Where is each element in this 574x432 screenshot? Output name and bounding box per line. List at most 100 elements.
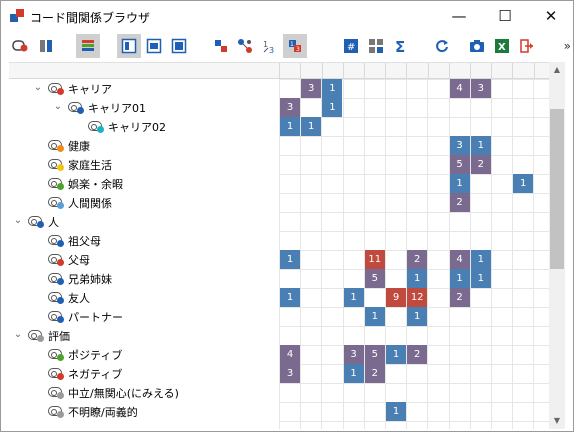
matrix-cell[interactable]: 1 [301, 117, 322, 136]
column-header-cell[interactable] [450, 63, 471, 80]
matrix-cell[interactable]: 12 [407, 288, 428, 307]
tree-row[interactable]: 兄弟姉妹 [9, 269, 279, 288]
matrix-cell[interactable]: 3 [343, 345, 364, 364]
minimize-button[interactable]: — [436, 1, 482, 31]
squares-button[interactable] [209, 34, 233, 58]
table-numbers-button[interactable] [364, 34, 388, 58]
matrix-cell[interactable]: 3 [280, 364, 300, 383]
tree-row[interactable]: ポジティブ [9, 345, 279, 364]
exit-button[interactable] [515, 34, 539, 58]
scroll-down-arrow[interactable]: ▼ [549, 413, 565, 429]
tree-row[interactable]: 家庭生活 [9, 155, 279, 174]
matrix-cell[interactable]: 2 [364, 364, 385, 383]
matrix-cell[interactable]: 5 [449, 155, 470, 174]
excel-export-button[interactable]: X [490, 34, 514, 58]
toolbar-overflow-chevron[interactable]: » [564, 39, 571, 53]
tree-row[interactable]: ⌄ 評価 [9, 326, 279, 345]
tree-row[interactable]: 娯楽・余暇 [9, 174, 279, 193]
tree-row[interactable]: キャリア02 [9, 117, 279, 136]
tree-row[interactable]: 父母 [9, 250, 279, 269]
sum-button[interactable]: Σ [389, 34, 413, 58]
layout-1-button[interactable] [117, 34, 141, 58]
tree-row[interactable]: 不明瞭/両義的 [9, 402, 279, 421]
tree-row[interactable]: 人間関係 [9, 193, 279, 212]
matrix-cell[interactable]: 1 [449, 174, 470, 193]
matrix-cell[interactable]: 9 [386, 288, 406, 307]
matrix-cell[interactable]: 3 [301, 79, 322, 98]
matrix-cell[interactable]: 1 [280, 250, 300, 269]
matrix-cell[interactable]: 5 [364, 345, 385, 364]
column-header-cell[interactable] [344, 63, 365, 80]
matrix-cell[interactable]: 1 [407, 307, 428, 326]
matrix-cell[interactable]: 1 [343, 364, 364, 383]
matrix-cell[interactable]: 4 [280, 345, 300, 364]
matrix-cell[interactable]: 2 [449, 288, 470, 307]
column-header-cell[interactable] [492, 63, 514, 80]
tree-row[interactable]: 友人 [9, 288, 279, 307]
matrix-cell[interactable]: 1 [386, 345, 406, 364]
layout-3-button[interactable] [167, 34, 191, 58]
matrix-cell[interactable]: 1 [449, 269, 470, 288]
tree-row[interactable]: ⌄ キャリア01 [9, 98, 279, 117]
matrix-cell[interactable]: 1 [470, 136, 491, 155]
scroll-thumb[interactable] [550, 109, 564, 269]
matrix-cell[interactable]: 2 [470, 155, 491, 174]
matrix-cell[interactable]: 2 [449, 193, 470, 212]
scroll-up-arrow[interactable]: ▲ [549, 62, 565, 78]
camera-button[interactable] [465, 34, 489, 58]
expand-chevron-icon[interactable]: ⌄ [52, 100, 64, 114]
nodes-button[interactable] [233, 34, 257, 58]
sort-button[interactable]: 13 [258, 34, 282, 58]
matrix-cell[interactable]: 4 [449, 79, 470, 98]
tree-row[interactable]: 中立/無関心(にみえる) [9, 383, 279, 402]
expand-chevron-icon[interactable]: ⌄ [12, 328, 24, 342]
matrix-cell[interactable]: 1 [280, 117, 300, 136]
matrix-cell[interactable]: 3 [449, 136, 470, 155]
matrix-cell[interactable]: 4 [449, 250, 470, 269]
column-header-cell[interactable] [429, 63, 450, 80]
matrix-cell[interactable]: 1 [322, 79, 343, 98]
column-header-cell[interactable] [365, 63, 387, 80]
matrix-cell[interactable]: 1 [364, 307, 385, 326]
matrix-cell[interactable]: 1 [280, 288, 300, 307]
columns-button[interactable] [34, 34, 58, 58]
matrix-cell[interactable]: 3 [280, 98, 300, 117]
matrix-cell[interactable]: 1 [470, 250, 491, 269]
matrix-cell[interactable]: 1 [386, 402, 406, 421]
column-header-cell[interactable] [471, 63, 493, 80]
matrix-cell[interactable]: 1 [513, 174, 534, 193]
hash-button[interactable]: # [339, 34, 363, 58]
column-header-cell[interactable] [407, 63, 429, 80]
refresh-button[interactable] [430, 34, 454, 58]
column-header-cell[interactable] [513, 63, 535, 80]
code-settings-button[interactable] [9, 34, 33, 58]
colors-button[interactable] [76, 34, 100, 58]
tree-row[interactable]: ⌄ キャリア [9, 79, 279, 98]
tree-row[interactable]: 健康 [9, 136, 279, 155]
matrix-cell[interactable]: 11 [364, 250, 385, 269]
column-header-cell[interactable] [301, 63, 323, 80]
matrix-cell[interactable]: 1 [343, 288, 364, 307]
close-button[interactable]: ✕ [528, 1, 574, 31]
matrix-cell[interactable]: 2 [407, 345, 428, 364]
maximize-button[interactable]: ☐ [482, 1, 528, 31]
column-header-cell[interactable] [259, 63, 281, 80]
tree-row[interactable]: ネガティブ [9, 364, 279, 383]
column-header-cell[interactable] [280, 63, 302, 80]
matrix-cell[interactable]: 2 [407, 250, 428, 269]
matrix-cell[interactable]: 1 [470, 269, 491, 288]
tree-row[interactable]: 祖父母 [9, 231, 279, 250]
numbers-button[interactable]: 13 [283, 34, 307, 58]
matrix-cell[interactable]: 1 [322, 98, 343, 117]
column-header-cell[interactable] [323, 63, 344, 80]
tree-row[interactable]: ⌄ 人 [9, 212, 279, 231]
vertical-scrollbar[interactable]: ▲ ▼ [549, 62, 565, 429]
matrix-cell[interactable]: 1 [407, 269, 428, 288]
layout-2-button[interactable] [142, 34, 166, 58]
expand-chevron-icon[interactable]: ⌄ [32, 81, 44, 95]
expand-chevron-icon[interactable]: ⌄ [12, 214, 24, 228]
tree-row[interactable]: パートナー [9, 307, 279, 326]
matrix-cell[interactable]: 3 [470, 79, 491, 98]
matrix-cell[interactable]: 5 [364, 269, 385, 288]
column-header-cell[interactable] [386, 63, 408, 80]
